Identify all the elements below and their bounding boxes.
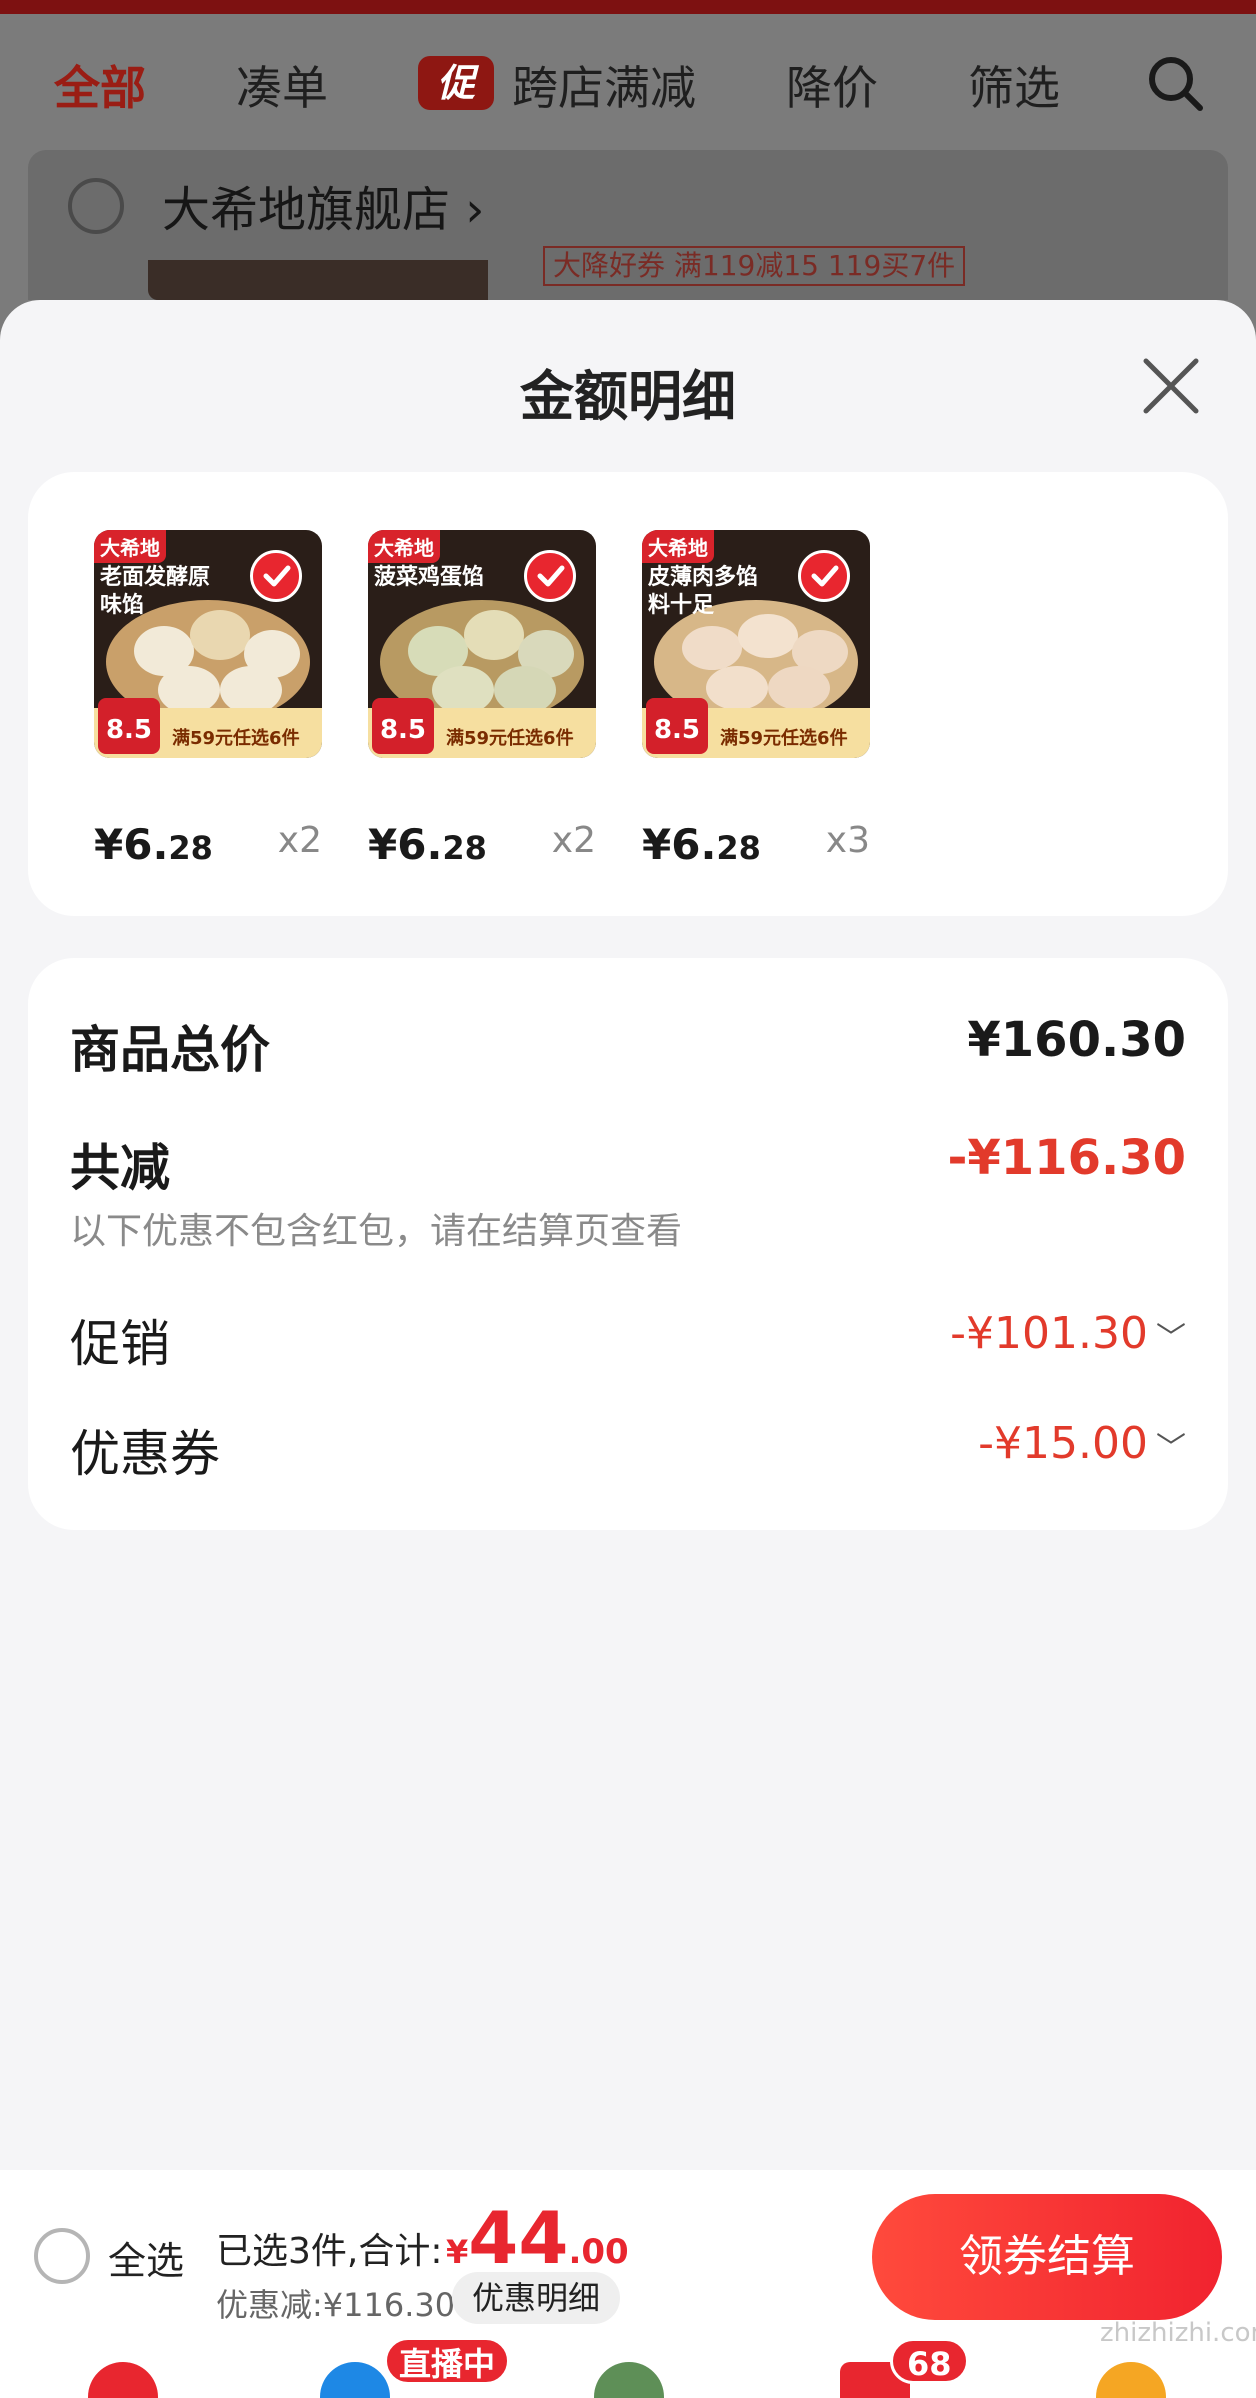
- badge-price: 8.5: [646, 698, 708, 754]
- product-price: ¥6.28: [642, 820, 761, 869]
- coupon-value: -¥15.00: [978, 1418, 1148, 1469]
- checkmark-icon: [798, 550, 850, 602]
- product-price: ¥6.28: [368, 820, 487, 869]
- promo-badge: 促: [418, 56, 494, 110]
- total-reduce-value: -¥116.30: [947, 1130, 1186, 1186]
- promo-text: 满59元任选6件: [172, 728, 300, 749]
- brand-label: 大希地: [368, 530, 440, 563]
- badge-price: 8.5: [372, 698, 434, 754]
- product-qty: x3: [825, 820, 870, 861]
- store-name-link[interactable]: 大希地旗舰店 ›: [162, 170, 484, 240]
- coupon-tag: 大降好券 满119减15 119买7件: [543, 246, 966, 286]
- badge-price: 8.5: [98, 698, 160, 754]
- product-item[interactable]: 大希地 老面发酵原味馅 8.5 满59元任选6件 ¥6.28 x2: [94, 530, 322, 869]
- product-card: 大希地 老面发酵原味馅 8.5 满59元任选6件 ¥6.28 x2 大希地 菠菜…: [28, 472, 1228, 916]
- select-all-radio[interactable]: [34, 2228, 90, 2284]
- product-item[interactable]: 大希地 菠菜鸡蛋馅 8.5 满59元任选6件 ¥6.28 x2: [368, 530, 596, 869]
- watermark: zhizhizhi.com: [1100, 2318, 1256, 2348]
- product-qty: x2: [551, 820, 596, 861]
- price-int: ¥6.: [642, 820, 717, 869]
- product-name: 皮薄肉多馅料十足: [648, 565, 759, 618]
- bun: [682, 626, 742, 670]
- product-thumbnail: 大希地 菠菜鸡蛋馅 8.5 满59元任选6件: [368, 530, 596, 758]
- tab-price-drop[interactable]: 降价: [786, 52, 878, 118]
- price-int: ¥6.: [368, 820, 443, 869]
- store-header: 大希地旗舰店 › 大降好券 满119减15 119买7件: [28, 150, 1228, 300]
- product-price: ¥6.28: [94, 820, 213, 869]
- checkmark-icon: [524, 550, 576, 602]
- chevron-right-icon: ›: [465, 182, 485, 238]
- status-strip: [0, 0, 1256, 14]
- cart-count-badge: 68: [890, 2340, 969, 2384]
- price-summary-card: 商品总价 ¥160.30 共减 -¥116.30 以下优惠不包含红包，请在结算页…: [28, 958, 1228, 1530]
- select-all-label[interactable]: 全选: [108, 2230, 184, 2285]
- filter-tabs: 全部 凑单 促 跨店满减 降价 筛选: [0, 14, 1256, 154]
- discount-detail-button[interactable]: 优惠明细: [452, 2272, 621, 2324]
- bottom-nav: 直播中 68: [0, 2340, 1256, 2398]
- tab-all[interactable]: 全部: [54, 52, 146, 118]
- saved-amount: 优惠减:¥116.30: [216, 2286, 456, 2324]
- total-int: 44: [468, 2196, 569, 2280]
- product-thumbnail: 大希地 老面发酵原味馅 8.5 满59元任选6件: [94, 530, 322, 758]
- checkmark-icon: [250, 550, 302, 602]
- live-icon[interactable]: [320, 2362, 390, 2398]
- bun: [158, 666, 220, 714]
- bun: [706, 666, 768, 710]
- total-reduce-label: 共减: [70, 1139, 170, 1197]
- checkout-button[interactable]: 领券结算: [872, 2194, 1222, 2320]
- total-amount: ¥44.00: [446, 2196, 629, 2280]
- bun: [220, 666, 282, 714]
- bun: [738, 614, 798, 658]
- product-item[interactable]: 大希地 皮薄肉多馅料十足 8.5 满59元任选6件 ¥6.28 x3: [642, 530, 870, 869]
- search-icon[interactable]: [1146, 54, 1204, 112]
- total-dec: .00: [568, 2232, 629, 2272]
- discount-note: 以下优惠不包含红包，请在结算页查看: [70, 1211, 683, 1252]
- checkout-bar: 全选 已选3件,合计: ¥44.00 优惠减:¥116.30 优惠明细 领券结算: [0, 2170, 1256, 2340]
- live-badge: 直播中: [384, 2340, 511, 2385]
- price-dec: 28: [716, 829, 761, 867]
- coupon-row[interactable]: -¥15.00 ﹀: [978, 1418, 1186, 1469]
- promotion-row[interactable]: -¥101.30 ﹀: [950, 1308, 1186, 1359]
- coupon-label: 优惠券: [70, 1425, 220, 1483]
- store-name: 大希地旗舰店: [162, 182, 451, 238]
- product-name: 菠菜鸡蛋馅: [374, 565, 485, 590]
- price-dec: 28: [442, 829, 487, 867]
- brand-label: 大希地: [642, 530, 714, 563]
- tab-filter[interactable]: 筛选: [968, 52, 1060, 118]
- total-price-value: ¥160.30: [967, 1012, 1186, 1068]
- product-qty: x2: [277, 820, 322, 861]
- total-price-label: 商品总价: [70, 1021, 270, 1079]
- profile-icon[interactable]: [1096, 2362, 1166, 2398]
- amount-detail-sheet: 金额明细 大希地 老面发酵原味馅 8.5 满59元任选6件 ¥6.28 x2 大…: [0, 300, 1256, 2398]
- price-dec: 28: [168, 829, 213, 867]
- promo-text: 满59元任选6件: [720, 728, 848, 749]
- home-icon[interactable]: [88, 2362, 158, 2398]
- promotion-label: 促销: [70, 1315, 170, 1373]
- selected-summary: 已选3件,合计:: [216, 2231, 443, 2272]
- promo-text: 满59元任选6件: [446, 728, 574, 749]
- tab-cross-store[interactable]: 跨店满减: [512, 52, 696, 118]
- bun: [768, 666, 830, 710]
- product-image-peek: [148, 260, 488, 300]
- category-icon[interactable]: [594, 2362, 664, 2398]
- bun: [464, 610, 524, 660]
- product-name: 老面发酵原味馅: [100, 565, 211, 618]
- brand-label: 大希地: [94, 530, 166, 563]
- product-thumbnail: 大希地 皮薄肉多馅料十足 8.5 满59元任选6件: [642, 530, 870, 758]
- tab-bundle[interactable]: 凑单: [236, 52, 328, 118]
- close-icon[interactable]: [1140, 355, 1202, 417]
- bun: [494, 666, 556, 714]
- store-select-radio[interactable]: [68, 178, 124, 234]
- bun: [432, 666, 494, 714]
- chevron-down-icon: ﹀: [1156, 1321, 1186, 1356]
- price-int: ¥6.: [94, 820, 169, 869]
- sheet-title: 金额明细: [520, 365, 736, 428]
- currency-symbol: ¥: [446, 2233, 469, 2271]
- promotion-value: -¥101.30: [950, 1308, 1148, 1359]
- chevron-down-icon: ﹀: [1156, 1431, 1186, 1466]
